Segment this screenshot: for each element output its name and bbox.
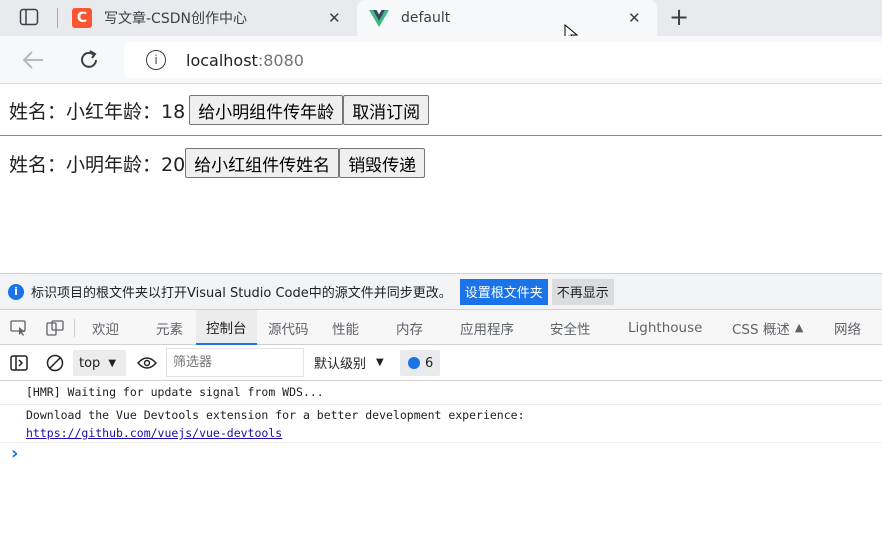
info-icon[interactable]: i xyxy=(146,50,166,70)
unsubscribe-button[interactable]: 取消订阅 xyxy=(343,95,430,125)
new-tab-icon[interactable]: + xyxy=(668,5,690,29)
console-prompt-icon[interactable]: › xyxy=(11,443,18,464)
log-level-value: 默认级别 xyxy=(314,357,367,372)
tab-css-overview[interactable]: CSS 概述 ▲ xyxy=(732,310,803,345)
divider xyxy=(0,135,882,136)
live-expression-eye-icon[interactable] xyxy=(137,356,157,374)
url-port: :8080 xyxy=(257,50,304,70)
inspect-element-icon[interactable] xyxy=(10,320,28,340)
context-select[interactable]: top ▼ xyxy=(73,350,126,376)
pass-age-button[interactable]: 给小明组件传年龄 xyxy=(189,95,344,125)
destroy-button[interactable]: 销毁传递 xyxy=(339,148,426,178)
console-divider xyxy=(0,442,882,443)
devtools-tab-bar: 欢迎 元素 控制台 源代码 性能 内存 应用程序 安全性 Lighthouse … xyxy=(0,309,882,345)
console-divider xyxy=(0,404,882,405)
tab-lighthouse[interactable]: Lighthouse xyxy=(628,310,702,345)
ming-info-text: 姓名：小明年龄：20 xyxy=(9,153,186,176)
close-icon[interactable]: ✕ xyxy=(628,9,641,27)
tab-separator xyxy=(57,8,58,28)
tab-network[interactable]: 网络 xyxy=(834,310,861,345)
message-count: 6 xyxy=(425,355,434,371)
chevron-down-icon: ▼ xyxy=(108,357,117,369)
tab-elements[interactable]: 元素 xyxy=(156,310,183,345)
device-toolbar-icon[interactable] xyxy=(46,320,64,340)
tab-actions-icon[interactable] xyxy=(19,8,39,26)
vue-icon xyxy=(369,8,389,28)
tab-performance[interactable]: 性能 xyxy=(332,310,359,345)
close-icon[interactable]: ✕ xyxy=(328,9,341,27)
address-bar-row: i localhost:8080 xyxy=(0,36,882,84)
chevron-down-icon: ▼ xyxy=(376,357,384,368)
tab-title: 写文章-CSDN创作中心 xyxy=(104,11,247,27)
console-filter-input[interactable] xyxy=(166,348,304,377)
tab-strip: C 写文章-CSDN创作中心 ✕ default ✕ + xyxy=(0,0,882,44)
console-message: [HMR] Waiting for update signal from WDS… xyxy=(26,385,324,399)
log-level-select[interactable]: 默认级别 ▼ xyxy=(314,353,384,372)
clear-console-icon[interactable] xyxy=(46,354,64,376)
red-info-text: 姓名：小红年龄：18 xyxy=(9,100,186,123)
context-value: top xyxy=(79,355,101,371)
tab-security[interactable]: 安全性 xyxy=(550,310,591,345)
message-icon xyxy=(408,357,420,369)
url-bar[interactable]: i localhost:8080 xyxy=(124,42,882,78)
component-ming: 姓名：小明年龄：20 给小红组件传姓名 销毁传递 xyxy=(9,148,426,178)
info-icon: i xyxy=(8,283,24,300)
dont-show-again-button[interactable]: 不再显示 xyxy=(551,278,614,305)
devtools-notice-bar: i 标识项目的根文件夹以打开Visual Studio Code中的源文件并同步… xyxy=(0,273,882,309)
issues-counter[interactable]: 6 xyxy=(400,350,440,376)
experiment-flask-icon: ▲ xyxy=(794,321,804,334)
tab-memory[interactable]: 内存 xyxy=(396,310,423,345)
tab-csdn[interactable]: C 写文章-CSDN创作中心 ✕ xyxy=(60,0,356,36)
tab-application[interactable]: 应用程序 xyxy=(460,310,514,345)
tab-sources[interactable]: 源代码 xyxy=(268,310,309,345)
tab-css-overview-label: CSS 概述 xyxy=(732,321,790,338)
console-message: Download the Vue Devtools extension for … xyxy=(26,408,525,422)
url-host: localhost xyxy=(186,50,258,70)
tab-title: default xyxy=(401,10,451,26)
devtools-tab-separator xyxy=(74,319,75,337)
console-toolbar: top ▼ 默认级别 ▼ 6 xyxy=(0,345,882,381)
vue-devtools-link[interactable]: https://github.com/vuejs/vue-devtools xyxy=(26,426,282,440)
sidebar-toggle-icon[interactable] xyxy=(10,355,28,375)
csdn-icon: C xyxy=(72,8,92,28)
tab-default[interactable]: default ✕ xyxy=(357,0,657,36)
tab-welcome[interactable]: 欢迎 xyxy=(92,310,119,345)
component-red: 姓名：小红年龄：18 给小明组件传年龄 取消订阅 xyxy=(9,95,430,125)
pass-name-button[interactable]: 给小红组件传姓名 xyxy=(185,148,340,178)
refresh-icon[interactable] xyxy=(78,49,100,75)
tab-console[interactable]: 控制台 xyxy=(196,310,257,345)
back-icon[interactable] xyxy=(22,50,44,74)
set-root-folder-button[interactable]: 设置根文件夹 xyxy=(459,278,548,305)
notice-text: 标识项目的根文件夹以打开Visual Studio Code中的源文件并同步更改… xyxy=(31,286,452,301)
